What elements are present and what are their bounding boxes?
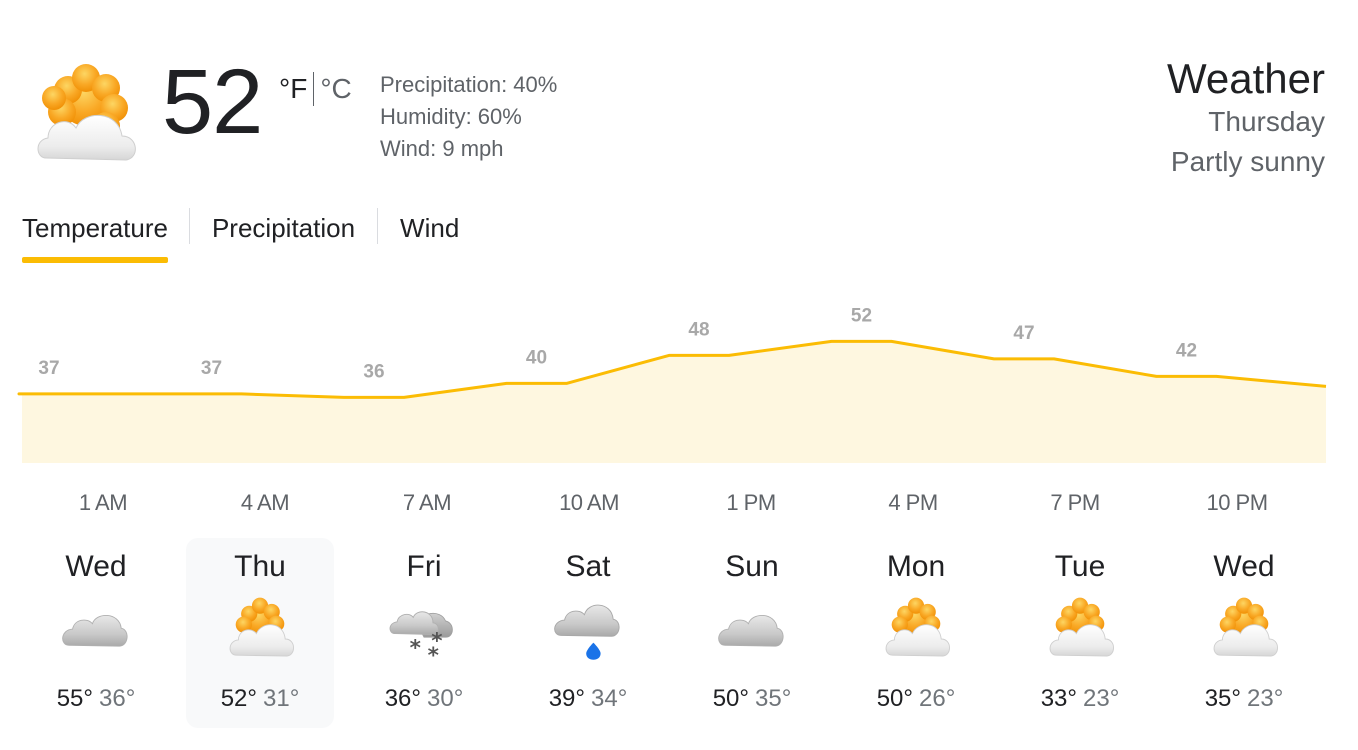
temperature-chart: 37 37 36 40 48 52 47 42 bbox=[17, 305, 1327, 463]
tab-temperature-label: Temperature bbox=[22, 213, 168, 243]
weather-condition: Partly sunny bbox=[1170, 146, 1325, 177]
tab-precipitation[interactable]: Precipitation bbox=[190, 207, 379, 267]
high-temp: 50° bbox=[876, 685, 913, 712]
forecast-day[interactable]: Wed 35° 23° bbox=[1170, 538, 1318, 728]
time-label: 10 AM bbox=[559, 490, 619, 515]
high-temp: 50° bbox=[712, 685, 749, 712]
svg-text:*: * bbox=[410, 636, 421, 661]
current-temperature: 52 bbox=[162, 51, 263, 153]
humidity-text: Humidity: 60% bbox=[380, 104, 522, 129]
high-temp: 52° bbox=[220, 685, 257, 712]
forecast-day-name: Tue bbox=[1054, 550, 1106, 583]
low-temp: 23° bbox=[1247, 685, 1284, 712]
high-temp: 33° bbox=[1040, 685, 1077, 712]
temperature-data-label: 42 bbox=[1176, 340, 1197, 361]
low-temp: 26° bbox=[919, 685, 956, 712]
svg-text:*: * bbox=[428, 643, 439, 666]
snow-icon: * * * bbox=[388, 594, 460, 668]
unit-divider bbox=[313, 72, 315, 106]
weather-summary: Weather Thursday Partly sunny bbox=[1167, 56, 1325, 182]
current-details: Precipitation: 40% Humidity: 60% Wind: 9… bbox=[380, 69, 557, 165]
forecast-temps: 39° 34° bbox=[514, 685, 662, 713]
high-temp: 55° bbox=[56, 685, 93, 712]
wind-text: Wind: 9 mph bbox=[380, 136, 504, 161]
tab-selected-indicator bbox=[22, 257, 168, 263]
high-temp: 36° bbox=[384, 685, 421, 712]
forecast-temps: 50° 26° bbox=[842, 685, 990, 713]
forecast-day-name: Mon bbox=[886, 550, 946, 583]
celsius-button[interactable]: °C bbox=[320, 73, 351, 105]
forecast-day-name: Thu bbox=[234, 550, 286, 583]
partly-sunny-icon bbox=[1044, 594, 1116, 666]
forecast-day-name: Wed bbox=[1213, 550, 1275, 583]
chart-tabs: Temperature Precipitation Wind bbox=[22, 207, 459, 267]
precipitation-text: Precipitation: 40% bbox=[380, 72, 558, 97]
tab-wind[interactable]: Wind bbox=[378, 207, 459, 267]
partly-sunny-icon bbox=[880, 594, 952, 666]
forecast-day-name: Sun bbox=[725, 550, 779, 583]
low-temp: 36° bbox=[99, 685, 136, 712]
forecast-day[interactable]: Sun 50° 35° bbox=[678, 538, 826, 728]
rain-icon bbox=[552, 594, 624, 666]
forecast-temps: 36° 30° bbox=[350, 685, 498, 713]
partly-sunny-icon bbox=[224, 594, 296, 666]
forecast-day[interactable]: Thu 52° 31° bbox=[186, 538, 334, 728]
time-label: 10 PM bbox=[1206, 490, 1268, 515]
current-weather-icon bbox=[24, 60, 144, 172]
unit-toggle: °F °C bbox=[279, 72, 352, 106]
forecast-day[interactable]: Wed 55° 36° bbox=[22, 538, 170, 728]
cloudy-icon bbox=[716, 594, 788, 666]
forecast-day[interactable]: Tue 33° 23° bbox=[1006, 538, 1154, 728]
high-temp: 35° bbox=[1204, 685, 1241, 712]
forecast-day[interactable]: Sat 39° 34° bbox=[514, 538, 662, 728]
partly-sunny-icon bbox=[1208, 594, 1280, 666]
low-temp: 23° bbox=[1083, 685, 1120, 712]
weather-title: Weather bbox=[1167, 55, 1325, 102]
temperature-data-label: 40 bbox=[526, 347, 547, 368]
low-temp: 34° bbox=[591, 685, 628, 712]
temperature-data-label: 37 bbox=[201, 358, 222, 379]
temperature-data-label: 37 bbox=[38, 358, 59, 379]
time-label: 1 AM bbox=[78, 490, 128, 515]
temperature-data-label: 47 bbox=[1013, 323, 1034, 344]
fahrenheit-button[interactable]: °F bbox=[279, 73, 307, 105]
selected-day: Thursday bbox=[1208, 106, 1325, 137]
tab-temperature[interactable]: Temperature bbox=[22, 207, 190, 267]
time-label: 7 PM bbox=[1050, 490, 1100, 515]
time-label: 7 AM bbox=[402, 490, 452, 515]
low-temp: 31° bbox=[263, 685, 300, 712]
low-temp: 35° bbox=[755, 685, 792, 712]
time-label: 4 AM bbox=[240, 490, 290, 515]
forecast-day-name: Wed bbox=[65, 550, 127, 583]
forecast-temps: 55° 36° bbox=[22, 685, 170, 713]
low-temp: 30° bbox=[427, 685, 464, 712]
forecast-temps: 35° 23° bbox=[1170, 685, 1318, 713]
temperature-data-label: 48 bbox=[688, 319, 709, 340]
time-label: 4 PM bbox=[888, 490, 938, 515]
temperature-data-label: 52 bbox=[851, 305, 872, 326]
forecast-day[interactable]: Fri * * * 36° 30° bbox=[350, 538, 498, 728]
tab-wind-label: Wind bbox=[400, 213, 460, 243]
temperature-data-label: 36 bbox=[363, 361, 384, 382]
forecast-day-name: Fri bbox=[406, 550, 442, 583]
time-label: 1 PM bbox=[726, 490, 776, 515]
forecast-temps: 33° 23° bbox=[1006, 685, 1154, 713]
daily-forecast: Wed 55° 36° Thu 52° 31° Fri * * * 36° 30° Sat 39°… bbox=[22, 538, 1332, 728]
forecast-day-name: Sat bbox=[565, 550, 611, 583]
cloudy-icon bbox=[60, 594, 132, 666]
forecast-day[interactable]: Mon 50° 26° bbox=[842, 538, 990, 728]
forecast-temps: 52° 31° bbox=[186, 685, 334, 713]
forecast-temps: 50° 35° bbox=[678, 685, 826, 713]
high-temp: 39° bbox=[548, 685, 585, 712]
partly-sunny-icon bbox=[37, 64, 136, 161]
tab-precipitation-label: Precipitation bbox=[211, 213, 356, 243]
